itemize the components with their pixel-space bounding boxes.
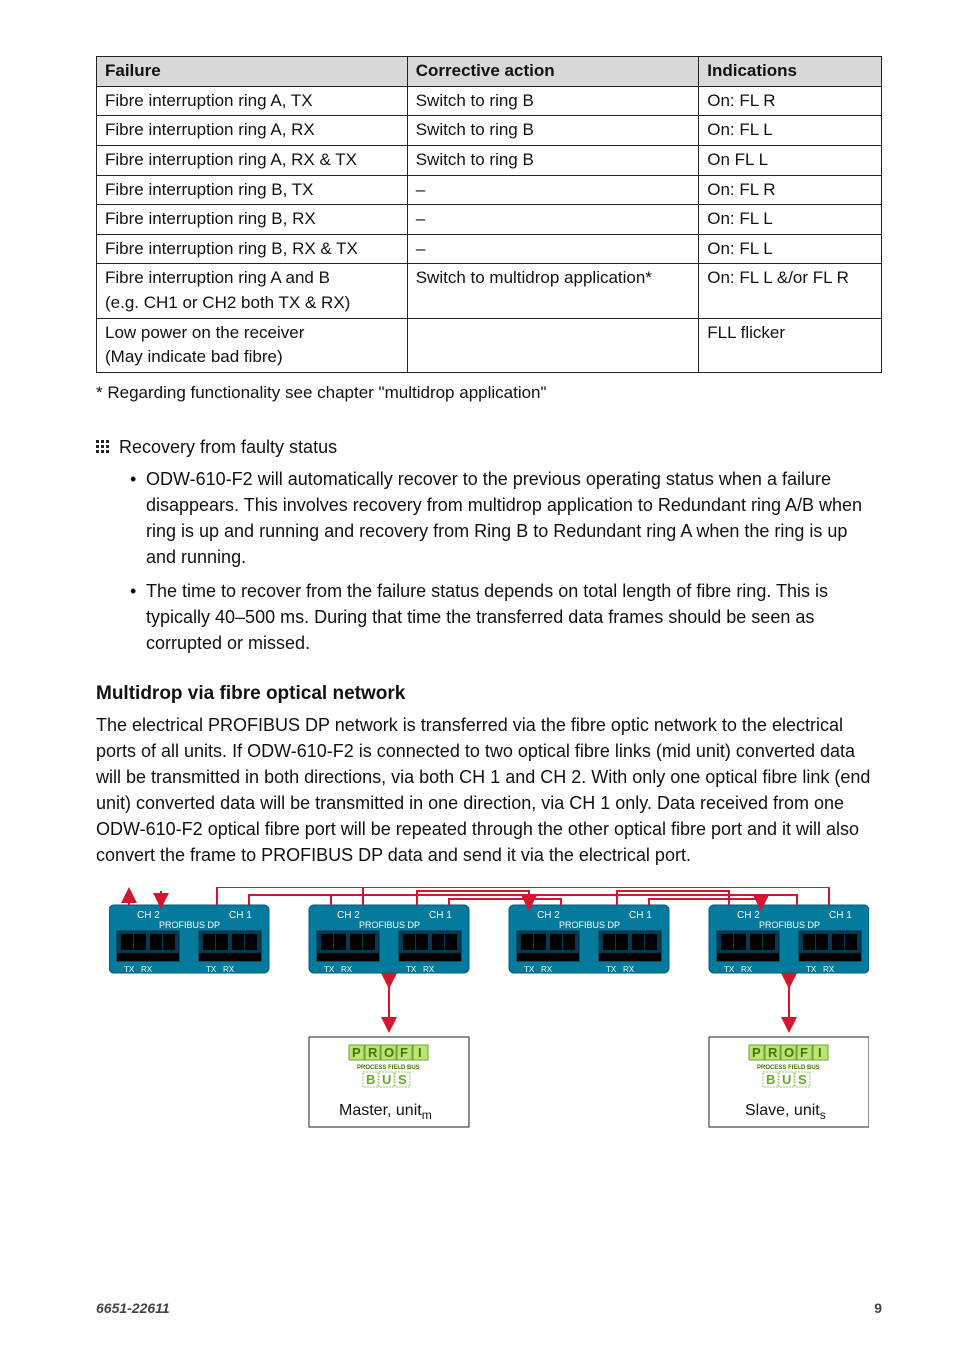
cell-failure: Fibre interruption ring B, RX: [97, 205, 408, 235]
cell-indications: On: FL L: [699, 205, 882, 235]
table-row: Fibre interruption ring B, RX & TX–On: F…: [97, 234, 882, 264]
cell-failure: Fibre interruption ring A, RX: [97, 116, 408, 146]
cell-failure: Fibre interruption ring A, TX: [97, 86, 408, 116]
th-action: Corrective action: [407, 57, 699, 87]
recovery-item: The time to recover from the failure sta…: [130, 578, 882, 656]
slave-label: Slave, unit: [745, 1102, 820, 1119]
cell-failure: Fibre interruption ring A, RX & TX: [97, 145, 408, 175]
th-failure: Failure: [97, 57, 408, 87]
failure-table-body: Fibre interruption ring A, TXSwitch to r…: [97, 86, 882, 372]
cell-action: –: [407, 175, 699, 205]
cell-indications: On: FL R: [699, 86, 882, 116]
cell-indications: On: FL R: [699, 175, 882, 205]
table-row: Low power on the receiver(May indicate b…: [97, 318, 882, 372]
page-number: 9: [874, 1298, 882, 1318]
cell-action: –: [407, 234, 699, 264]
cell-indications: On FL L: [699, 145, 882, 175]
cell-failure: Fibre interruption ring B, TX: [97, 175, 408, 205]
doc-number: 6651-22611: [96, 1298, 170, 1318]
multidrop-heading: Multidrop via fibre optical network: [96, 680, 882, 708]
cell-indications: On: FL L: [699, 116, 882, 146]
cell-failure: Fibre interruption ring B, RX & TX: [97, 234, 408, 264]
cell-failure: Fibre interruption ring A and B(e.g. CH1…: [97, 264, 408, 318]
master-label: Master, unit: [339, 1102, 422, 1119]
cell-action: Switch to ring B: [407, 116, 699, 146]
multidrop-body: The electrical PROFIBUS DP network is tr…: [96, 712, 882, 869]
cell-failure: Low power on the receiver(May indicate b…: [97, 318, 408, 372]
cell-indications: On: FL L &/or FL R: [699, 264, 882, 318]
master-sub: m: [422, 1108, 432, 1122]
table-row: Fibre interruption ring A, RX & TXSwitch…: [97, 145, 882, 175]
network-diagram: CH 2 CH 1 PROFIBUS DP TX RX: [109, 887, 869, 1177]
recovery-list: ODW-610-F2 will automatically recover to…: [96, 466, 882, 657]
failure-table: Failure Corrective action Indications Fi…: [96, 56, 882, 373]
cell-action: Switch to multidrop application*: [407, 264, 699, 318]
table-row: Fibre interruption ring A, RXSwitch to r…: [97, 116, 882, 146]
table-row: Fibre interruption ring B, RX–On: FL L: [97, 205, 882, 235]
page-footer: 6651-22611 9: [96, 1298, 882, 1318]
recovery-heading-row: Recovery from faulty status: [96, 434, 882, 460]
cell-action: Switch to ring B: [407, 145, 699, 175]
th-indications: Indications: [699, 57, 882, 87]
recovery-item: ODW-610-F2 will automatically recover to…: [130, 466, 882, 570]
recovery-title: Recovery from faulty status: [119, 434, 337, 460]
cell-indications: FLL flicker: [699, 318, 882, 372]
slave-sub: s: [820, 1108, 826, 1122]
cell-action: Switch to ring B: [407, 86, 699, 116]
table-footnote: * Regarding functionality see chapter "m…: [96, 381, 882, 406]
dots-icon: [96, 440, 109, 453]
diagram-container: CH 2 CH 1 PROFIBUS DP TX RX: [96, 887, 882, 1177]
cell-action: [407, 318, 699, 372]
table-row: Fibre interruption ring A, TXSwitch to r…: [97, 86, 882, 116]
cell-indications: On: FL L: [699, 234, 882, 264]
table-row: Fibre interruption ring A and B(e.g. CH1…: [97, 264, 882, 318]
table-row: Fibre interruption ring B, TX–On: FL R: [97, 175, 882, 205]
cell-action: –: [407, 205, 699, 235]
